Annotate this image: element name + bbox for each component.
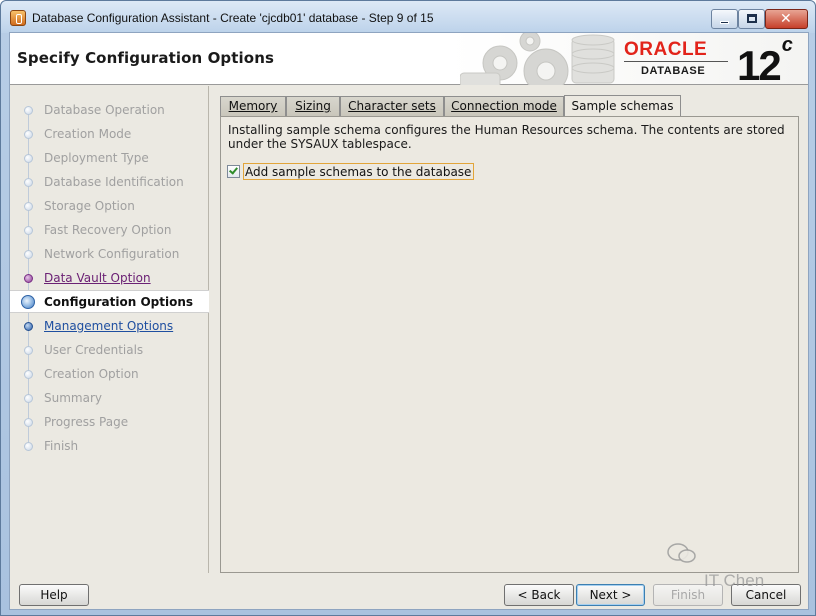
back-button[interactable]: < Back — [504, 584, 574, 606]
version-suffix: c — [781, 34, 793, 56]
step-indicator-icon — [24, 274, 33, 283]
maximize-icon — [747, 14, 757, 23]
close-button[interactable]: ✕ — [765, 9, 808, 29]
logo-divider — [624, 61, 728, 62]
help-button-label: Help — [40, 588, 68, 602]
step-indicator-icon — [21, 295, 35, 309]
nav-step-progress-page: Progress Page — [10, 411, 209, 434]
nav-step-label: Summary — [44, 391, 102, 405]
step-indicator-icon — [24, 442, 33, 451]
nav-step-label: Configuration Options — [44, 295, 194, 309]
nav-step-label: Finish — [44, 439, 79, 453]
step-indicator-icon — [24, 202, 33, 211]
tab-memory[interactable]: Memory — [220, 96, 286, 116]
schema-description: Installing sample schema configures the … — [228, 123, 788, 151]
add-sample-schemas-label[interactable]: Add sample schemas to the database — [243, 163, 475, 180]
step-indicator-icon — [24, 130, 33, 139]
page-title: Specify Configuration Options — [17, 49, 274, 67]
window-title: Database Configuration Assistant - Creat… — [32, 11, 434, 25]
nav-step-database-operation: Database Operation — [10, 99, 209, 122]
nav-step-creation-option: Creation Option — [10, 363, 209, 386]
nav-step-fast-recovery-option: Fast Recovery Option — [10, 219, 209, 242]
next-button[interactable]: Next > — [576, 584, 645, 606]
step-indicator-icon — [24, 178, 33, 187]
tab-label: Memory — [228, 99, 278, 113]
step-indicator-icon — [24, 322, 33, 331]
checkmark-icon — [229, 165, 238, 175]
nav-step-configuration-options[interactable]: Configuration Options — [10, 290, 209, 313]
back-button-label: < Back — [517, 588, 561, 602]
tab-label: Sample schemas — [571, 99, 674, 113]
gears-graphic-icon — [460, 33, 615, 85]
nav-step-network-configuration: Network Configuration — [10, 243, 209, 266]
step-indicator-icon — [24, 394, 33, 403]
step-indicator-icon — [24, 106, 33, 115]
title-bar[interactable]: Database Configuration Assistant - Creat… — [1, 1, 815, 33]
close-icon: ✕ — [780, 11, 792, 27]
description-line: Installing sample schema configures the … — [228, 123, 785, 137]
tab-connection-mode[interactable]: Connection mode — [444, 96, 564, 116]
step-indicator-icon — [24, 370, 33, 379]
java-app-icon — [10, 10, 26, 26]
nav-step-summary: Summary — [10, 387, 209, 410]
tab-character-sets[interactable]: Character sets — [340, 96, 444, 116]
nav-step-label: Deployment Type — [44, 151, 149, 165]
finish-button-label: Finish — [670, 588, 706, 602]
maximize-button[interactable] — [738, 9, 765, 29]
step-indicator-icon — [24, 418, 33, 427]
nav-step-label: Fast Recovery Option — [44, 223, 172, 237]
tab-sample-schemas[interactable]: Sample schemas — [564, 95, 681, 116]
nav-step-management-options[interactable]: Management Options — [10, 315, 209, 338]
help-button[interactable]: Help — [19, 584, 89, 606]
nav-step-label: User Credentials — [44, 343, 144, 357]
oracle-brand-text: ORACLE — [624, 39, 708, 60]
dbca-window: Database Configuration Assistant - Creat… — [0, 0, 816, 616]
nav-step-label: Network Configuration — [44, 247, 180, 261]
version-number: 12 — [737, 42, 782, 89]
wechat-watermark-icon — [667, 543, 696, 563]
oracle-product-text: DATABASE — [641, 65, 706, 77]
tab-sizing[interactable]: Sizing — [286, 96, 340, 116]
next-button-label: Next > — [589, 588, 632, 602]
tab-label: Sizing — [295, 99, 331, 113]
client-area: Specify Configuration Options ORACLE DAT… — [9, 32, 809, 610]
step-indicator-icon — [24, 154, 33, 163]
nav-step-label: Creation Option — [44, 367, 139, 381]
nav-step-database-identification: Database Identification — [10, 171, 209, 194]
add-sample-schemas-checkbox[interactable] — [227, 165, 240, 178]
nav-step-label: Creation Mode — [44, 127, 132, 141]
nav-step-user-credentials: User Credentials — [10, 339, 209, 362]
oracle-logo: ORACLE DATABASE — [622, 37, 734, 81]
watermark-text: IT Chen — [704, 571, 765, 590]
step-indicator-icon — [24, 250, 33, 259]
sample-schemas-panel: Installing sample schema configures the … — [220, 116, 799, 573]
minimize-button[interactable] — [711, 9, 738, 29]
tab-label: Character sets — [348, 99, 436, 113]
step-indicator-icon — [24, 346, 33, 355]
nav-step-finish: Finish — [10, 435, 209, 458]
nav-step-label: Storage Option — [44, 199, 135, 213]
step-indicator-icon — [24, 226, 33, 235]
nav-step-label: Management Options — [44, 319, 174, 333]
nav-step-label: Progress Page — [44, 415, 129, 429]
nav-step-creation-mode: Creation Mode — [10, 123, 209, 146]
description-line: under the SYSAUX tablespace. — [228, 137, 412, 151]
nav-step-label: Database Operation — [44, 103, 165, 117]
page-header: Specify Configuration Options ORACLE DAT… — [10, 33, 808, 89]
nav-step-data-vault-option[interactable]: Data Vault Option — [10, 267, 209, 290]
nav-step-label: Data Vault Option — [44, 271, 151, 285]
nav-step-storage-option: Storage Option — [10, 195, 209, 218]
minimize-icon — [720, 21, 729, 24]
tab-label: Connection mode — [451, 99, 557, 113]
nav-step-deployment-type: Deployment Type — [10, 147, 209, 170]
nav-step-label: Database Identification — [44, 175, 184, 189]
version-badge: 12 c — [737, 34, 793, 90]
step-navigation: Database Operation Creation Mode Deploymen… — [10, 86, 209, 573]
